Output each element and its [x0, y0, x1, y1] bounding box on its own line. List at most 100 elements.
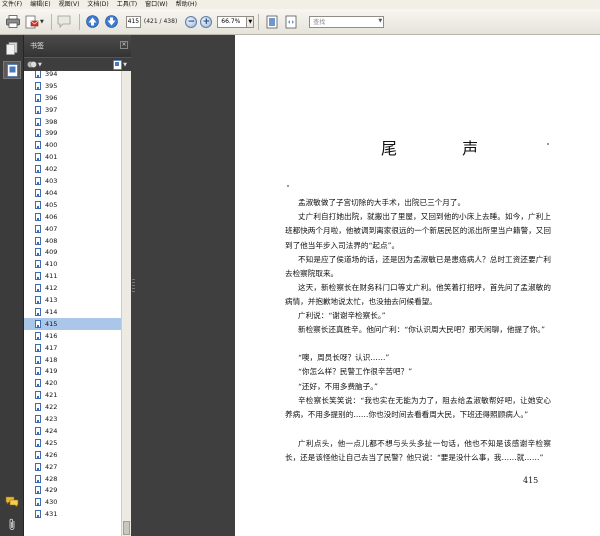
bookmark-item[interactable]: 418 [24, 354, 121, 366]
bookmark-item[interactable]: 431 [24, 508, 121, 520]
bookmark-icon [35, 272, 41, 281]
bookmark-item[interactable]: 395 [24, 80, 121, 92]
print-button[interactable] [4, 13, 21, 30]
bookmark-label: 403 [45, 177, 58, 186]
bookmark-item[interactable]: 408 [24, 235, 121, 247]
toolbar-separator [258, 13, 260, 30]
bookmark-icon [35, 153, 41, 162]
bookmark-item[interactable]: 401 [24, 151, 121, 163]
bookmark-item[interactable]: 397 [24, 104, 121, 116]
bookmark-item[interactable]: 428 [24, 473, 121, 485]
bookmark-item[interactable]: 406 [24, 211, 121, 223]
paragraph: 这天，新检察长在财务科门口等丈广利。他笑着打招呼，首先问了孟淑敏的病情，并抱歉地… [285, 283, 551, 307]
bookmark-item[interactable]: 394 [24, 71, 121, 80]
bookmark-item[interactable]: 398 [24, 116, 121, 128]
bookmark-item[interactable]: 400 [24, 139, 121, 151]
bookmark-item[interactable]: 405 [24, 199, 121, 211]
bookmark-item[interactable]: 426 [24, 449, 121, 461]
bookmark-item[interactable]: 414 [24, 306, 121, 318]
bookmark-item[interactable]: 412 [24, 282, 121, 294]
bookmark-label: 396 [45, 93, 58, 102]
new-bookmark-dropdown-arrow[interactable]: ▼ [123, 62, 127, 68]
bookmark-label: 406 [45, 212, 58, 221]
bookmark-label: 427 [45, 462, 58, 471]
menu-file[interactable]: 文件(F) [2, 0, 22, 9]
bookmark-icon [35, 212, 41, 221]
bookmark-item[interactable]: 425 [24, 437, 121, 449]
bookmark-item[interactable]: 427 [24, 461, 121, 473]
menu-view[interactable]: 视图(V) [59, 0, 80, 9]
bookmark-icon [35, 331, 41, 340]
bookmark-item[interactable]: 415 [24, 317, 121, 330]
bookmark-label: 426 [45, 450, 58, 459]
search-input[interactable]: 查找 ▼ [309, 15, 385, 28]
bookmark-item[interactable]: 403 [24, 175, 121, 187]
bookmark-item[interactable]: 422 [24, 401, 121, 413]
bookmark-item[interactable]: 430 [24, 496, 121, 508]
fit-page-button[interactable] [263, 13, 280, 30]
bookmark-item[interactable]: 419 [24, 366, 121, 378]
bookmark-icon [35, 510, 41, 519]
menu-bar: 文件(F) 编辑(E) 视图(V) 文档(D) 工具(T) 窗口(W) 帮助(H… [0, 0, 600, 9]
bookmark-item[interactable]: 409 [24, 247, 121, 259]
bookmark-item[interactable]: 396 [24, 92, 121, 104]
paragraph: 丈广利自打她出院，就搬出了里屋，又回到他的小床上去睡。如今，广利上班都快两个月啦… [285, 212, 551, 250]
bookmark-icon [35, 165, 41, 174]
chapter-title: 尾 声 [381, 139, 509, 158]
new-bookmark-tool[interactable]: ▼ [113, 60, 127, 70]
menu-document[interactable]: 文档(D) [87, 0, 108, 9]
bookmark-item[interactable]: 407 [24, 223, 121, 235]
bookmarks-scrollbar-thumb[interactable] [123, 521, 130, 535]
bookmark-item[interactable]: 411 [24, 270, 121, 282]
options-icon[interactable] [27, 60, 37, 69]
bookmark-item[interactable]: 416 [24, 330, 121, 342]
bookmark-item[interactable]: 402 [24, 163, 121, 175]
menu-edit[interactable]: 编辑(E) [30, 0, 50, 9]
zoom-level-input[interactable]: 66.7% [217, 15, 248, 28]
comment-button[interactable] [56, 13, 73, 30]
bookmarks-panel-button[interactable] [3, 61, 21, 79]
bookmark-item[interactable]: 417 [24, 342, 121, 354]
bookmark-item[interactable]: 410 [24, 258, 121, 270]
paragraph: 广利点头，他一点儿都不想与头头多扯一句话，他也不知是该感谢辛检察长，还是该怪他让… [285, 439, 551, 463]
bookmark-item[interactable]: 404 [24, 187, 121, 199]
bookmarks-scrollbar[interactable] [121, 71, 131, 536]
bookmark-icon [35, 343, 41, 352]
bookmark-item[interactable]: 399 [24, 128, 121, 140]
paragraph: 新检察长还真胜辛。他问广利：“你认识周大民吧？那天闲聊，他提了你。” [298, 325, 545, 334]
bookmark-label: 422 [45, 403, 58, 412]
next-page-button[interactable] [103, 13, 120, 30]
menu-help[interactable]: 帮助(H) [176, 0, 197, 9]
zoom-out-button[interactable]: − [185, 15, 198, 28]
menu-tools[interactable]: 工具(T) [117, 0, 137, 9]
bookmark-icon [35, 415, 41, 424]
comments-panel-button[interactable] [3, 492, 21, 510]
email-button[interactable] [23, 13, 40, 30]
close-panel-button[interactable]: × [120, 41, 128, 49]
comments-icon [5, 496, 19, 507]
document-page: 尾 声 孟淑敏做了子宫切除的大手术，出院已三个月了。 丈广利自打她出院，就搬出了… [235, 35, 600, 536]
scan-speck [287, 185, 289, 187]
pages-icon [6, 41, 18, 55]
pages-panel-button[interactable] [3, 39, 21, 57]
bookmark-item[interactable]: 429 [24, 485, 121, 497]
bookmark-item[interactable]: 423 [24, 413, 121, 425]
zoom-dropdown-arrow[interactable]: ▼ [247, 15, 255, 28]
page-number-input[interactable]: 415 [125, 15, 141, 28]
options-dropdown-arrow[interactable]: ▼ [38, 62, 42, 68]
bookmark-item[interactable]: 421 [24, 389, 121, 401]
panel-splitter[interactable] [131, 35, 235, 536]
bookmark-item[interactable]: 424 [24, 425, 121, 437]
zoom-in-button[interactable]: + [200, 15, 213, 28]
menu-window[interactable]: 窗口(W) [145, 0, 168, 9]
search-dropdown-arrow[interactable]: ▼ [378, 18, 382, 24]
attachments-panel-button[interactable] [3, 515, 21, 533]
bookmark-item[interactable]: 413 [24, 294, 121, 306]
bookmark-label: 399 [45, 129, 58, 138]
bookmark-icon [35, 462, 41, 471]
email-dropdown-arrow[interactable]: ▼ [40, 19, 44, 25]
bookmark-item[interactable]: 420 [24, 377, 121, 389]
splitter-grip[interactable] [132, 279, 135, 293]
previous-page-button[interactable] [84, 13, 101, 30]
fit-width-button[interactable] [282, 13, 299, 30]
